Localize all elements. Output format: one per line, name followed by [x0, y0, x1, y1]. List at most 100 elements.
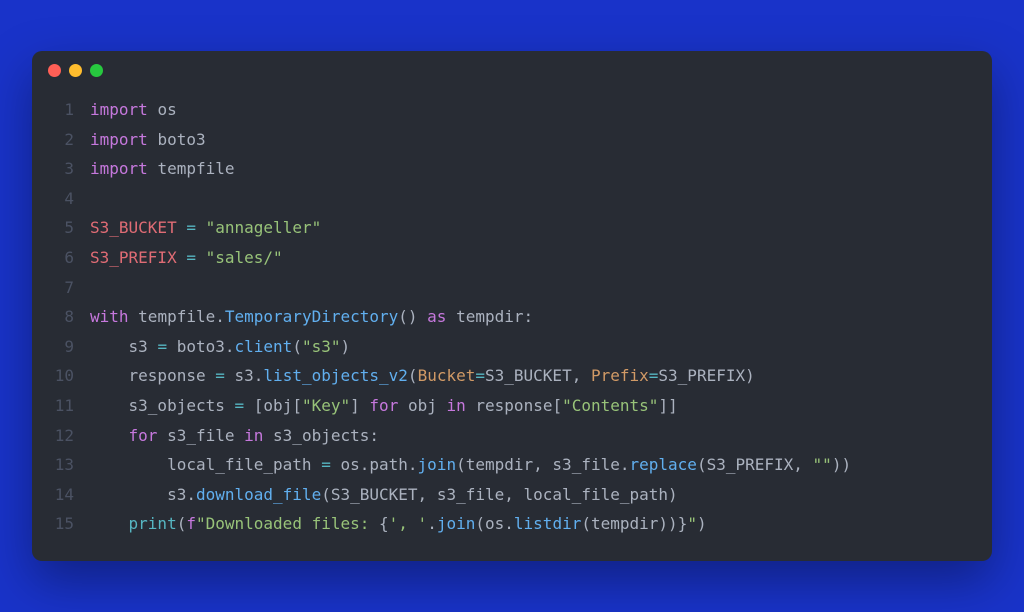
token-kw: f [186, 514, 196, 533]
code-content: s3.download_file(S3_BUCKET, s3_file, loc… [90, 480, 678, 510]
token-str: ', ' [389, 514, 428, 533]
token-fn: list_objects_v2 [263, 366, 408, 385]
token-op: = [186, 248, 196, 267]
token-punc: ) [745, 366, 755, 385]
minimize-icon[interactable] [69, 64, 82, 77]
token-punc: ( [408, 366, 418, 385]
token-plain: S3_BUCKET [485, 366, 572, 385]
token-kw: import [90, 100, 148, 119]
token-str: "" [813, 455, 832, 474]
token-fn: download_file [196, 485, 321, 504]
token-str: "s3" [302, 337, 341, 356]
token-plain: S3_PREFIX [707, 455, 794, 474]
code-line: 12 for s3_file in s3_objects: [32, 421, 992, 451]
token-kw: import [90, 130, 148, 149]
code-content: S3_PREFIX = "sales/" [90, 243, 283, 273]
token-punc: { [379, 514, 389, 533]
token-punc: . [215, 307, 225, 326]
token-op: = [215, 366, 225, 385]
token-fn: client [235, 337, 293, 356]
token-punc: . [186, 485, 196, 504]
token-plain [90, 366, 129, 385]
token-kw: for [129, 426, 158, 445]
zoom-icon[interactable] [90, 64, 103, 77]
token-plain: s3 [225, 366, 254, 385]
code-line: 10 response = s3.list_objects_v2(Bucket=… [32, 361, 992, 391]
line-number: 2 [32, 125, 90, 155]
line-number: 11 [32, 391, 90, 421]
token-plain: local_file_path [524, 485, 669, 504]
code-content: s3 = boto3.client("s3") [90, 332, 350, 362]
line-number: 6 [32, 243, 90, 273]
line-number: 12 [32, 421, 90, 451]
code-window: 1import os2import boto33import tempfile4… [32, 51, 992, 561]
line-number: 3 [32, 154, 90, 184]
token-punc: () [398, 307, 417, 326]
line-number: 4 [32, 184, 90, 214]
token-punc: ( [581, 514, 591, 533]
token-plain: tempfile [138, 307, 215, 326]
token-fn: join [437, 514, 476, 533]
token-str: "Key" [302, 396, 350, 415]
token-punc: ( [292, 337, 302, 356]
token-punc: . [225, 337, 235, 356]
token-punc: ( [321, 485, 331, 504]
token-plain: tempdir [591, 514, 658, 533]
token-punc: , [533, 455, 552, 474]
token-var: S3_PREFIX [90, 248, 177, 267]
token-plain: os [485, 514, 504, 533]
code-line: 1import os [32, 95, 992, 125]
token-op: = [157, 337, 167, 356]
line-number: 14 [32, 480, 90, 510]
token-str: " [687, 514, 697, 533]
token-op: = [235, 396, 245, 415]
token-plain [148, 159, 158, 178]
token-punc: ]] [658, 396, 677, 415]
token-punc: ( [697, 455, 707, 474]
token-plain [90, 426, 129, 445]
token-punc: . [360, 455, 370, 474]
token-mod: boto3 [157, 130, 205, 149]
token-attr: Prefix [591, 366, 649, 385]
token-punc: [ [254, 396, 264, 415]
code-line: 8with tempfile.TemporaryDirectory() as t… [32, 302, 992, 332]
token-builtin: print [129, 514, 177, 533]
code-line: 13 local_file_path = os.path.join(tempdi… [32, 450, 992, 480]
token-str: "Downloaded files: [196, 514, 379, 533]
token-plain: s3_objects [129, 396, 235, 415]
token-kw: as [427, 307, 446, 326]
code-content: S3_BUCKET = "annageller" [90, 213, 321, 243]
token-plain: S3_PREFIX [658, 366, 745, 385]
token-plain [244, 396, 254, 415]
token-str: "sales/" [206, 248, 283, 267]
token-punc: ) [668, 485, 678, 504]
code-line: 2import boto3 [32, 125, 992, 155]
line-number: 7 [32, 273, 90, 303]
token-punc: ( [177, 514, 187, 533]
token-plain: response [466, 396, 553, 415]
token-var: S3_BUCKET [90, 218, 177, 237]
token-plain: s3_objects [263, 426, 369, 445]
line-number: 10 [32, 361, 90, 391]
token-kw: for [369, 396, 398, 415]
line-number: 1 [32, 95, 90, 125]
token-punc: [ [292, 396, 302, 415]
code-line: 5S3_BUCKET = "annageller" [32, 213, 992, 243]
token-plain: s3_file [552, 455, 619, 474]
line-number: 13 [32, 450, 90, 480]
token-op: = [321, 455, 331, 474]
close-icon[interactable] [48, 64, 61, 77]
token-plain: S3_BUCKET [331, 485, 418, 504]
token-punc: ( [475, 514, 485, 533]
token-punc: ( [456, 455, 466, 474]
token-plain: s3 [129, 337, 158, 356]
token-punc: , [504, 485, 523, 504]
code-line: 14 s3.download_file(S3_BUCKET, s3_file, … [32, 480, 992, 510]
token-punc: , [572, 366, 591, 385]
code-editor[interactable]: 1import os2import boto33import tempfile4… [32, 89, 992, 561]
token-punc: )) [658, 514, 677, 533]
code-line: 9 s3 = boto3.client("s3") [32, 332, 992, 362]
token-punc: } [678, 514, 688, 533]
token-plain: obj [398, 396, 446, 415]
code-content: import boto3 [90, 125, 206, 155]
